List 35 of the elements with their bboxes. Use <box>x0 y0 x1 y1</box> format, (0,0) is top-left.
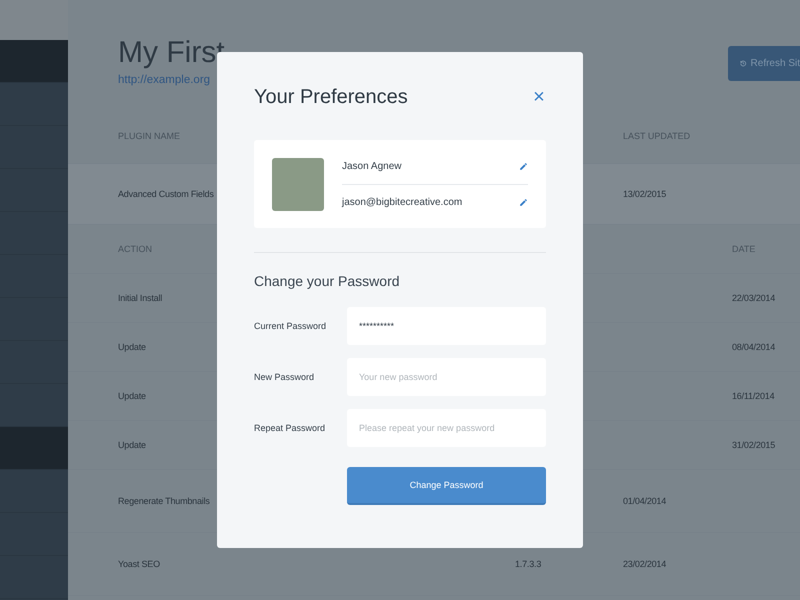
table-cell-text: Advanced Custom Fields <box>118 189 215 199</box>
profile-email: jason@bigbitecreative.com <box>342 196 462 208</box>
dialog-title: Your Preferences <box>254 86 408 108</box>
pencil-icon[interactable] <box>519 198 528 206</box>
table-cell-text: 08/04/2014 <box>732 342 776 352</box>
password-field[interactable]: Your new password <box>347 358 546 396</box>
profile-name: Jason Agnew <box>342 160 402 172</box>
history-icon <box>740 59 747 68</box>
close-button[interactable]: × <box>532 88 546 106</box>
table-cell-text: Update <box>118 391 147 401</box>
table-cell-text: Yoast SEO <box>118 559 161 569</box>
password-field[interactable]: Please repeat your new password <box>347 409 546 447</box>
field-label: Repeat Password <box>254 423 326 433</box>
sidebar-item[interactable] <box>0 40 68 83</box>
table-cell-text: Regenerate Thumbnails <box>118 496 211 506</box>
table-cell-text: Initial Install <box>118 293 164 303</box>
table-cell-text: 22/03/2014 <box>732 293 776 303</box>
section-title: Change your Password <box>254 273 401 289</box>
field-label: Current Password <box>254 321 328 331</box>
table-cell-text: 1.7.3.3 <box>515 559 542 569</box>
refresh-button[interactable]: Refresh Sit <box>728 46 800 81</box>
sidebar-item[interactable] <box>0 427 68 470</box>
photo-placeholder <box>272 158 324 210</box>
site-link[interactable]: http://example.org <box>118 74 210 86</box>
table-cell-text: 01/04/2014 <box>623 496 668 506</box>
table-cell-text: Update <box>118 342 147 352</box>
table-cell-text: 16/11/2014 <box>732 391 776 401</box>
pencil-icon[interactable] <box>519 162 528 170</box>
password-field[interactable]: ********** <box>347 307 546 345</box>
field-label: New Password <box>254 372 316 382</box>
table-cell-text: 13/02/2015 <box>623 189 668 199</box>
table-cell-text: Update <box>118 440 147 450</box>
change-password-button[interactable]: Change Password <box>347 467 546 505</box>
table-cell-text: 31/02/2015 <box>732 440 776 450</box>
table-cell-text: 23/02/2014 <box>623 559 668 569</box>
